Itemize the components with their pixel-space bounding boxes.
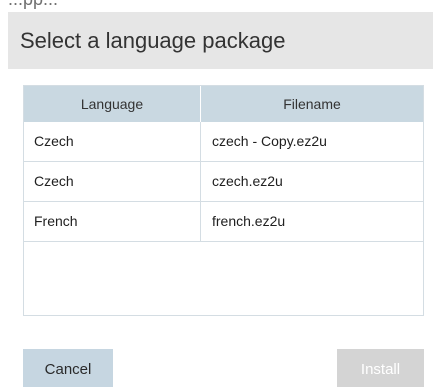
table-header: Language Filename (24, 86, 423, 122)
table-row[interactable]: Czech czech - Copy.ez2u (24, 122, 423, 162)
column-header-language[interactable]: Language (24, 86, 201, 122)
table-row[interactable]: Czech czech.ez2u (24, 162, 423, 202)
table-row[interactable]: French french.ez2u (24, 202, 423, 242)
top-partial-text: ...pp... (0, 0, 433, 9)
dialog-title: Select a language package (20, 28, 286, 53)
cell-language: French (24, 202, 201, 241)
cell-filename: czech.ez2u (212, 173, 283, 189)
cell-language: Czech (24, 122, 201, 161)
column-header-filename[interactable]: Filename (201, 86, 423, 122)
install-button[interactable]: Install (337, 349, 424, 387)
language-package-dialog: ...pp... Select a language package Langu… (0, 0, 433, 387)
cancel-button[interactable]: Cancel (23, 349, 113, 387)
cell-filename: french.ez2u (212, 213, 286, 229)
cell-filename: czech - Copy.ez2u (212, 133, 327, 149)
cell-language: Czech (24, 162, 201, 201)
table-body: Czech czech - Copy.ez2u Czech czech.ez2u… (24, 122, 423, 242)
language-package-table: Language Filename Czech czech - Copy.ez2… (23, 85, 424, 316)
dialog-header: Select a language package (8, 12, 433, 69)
